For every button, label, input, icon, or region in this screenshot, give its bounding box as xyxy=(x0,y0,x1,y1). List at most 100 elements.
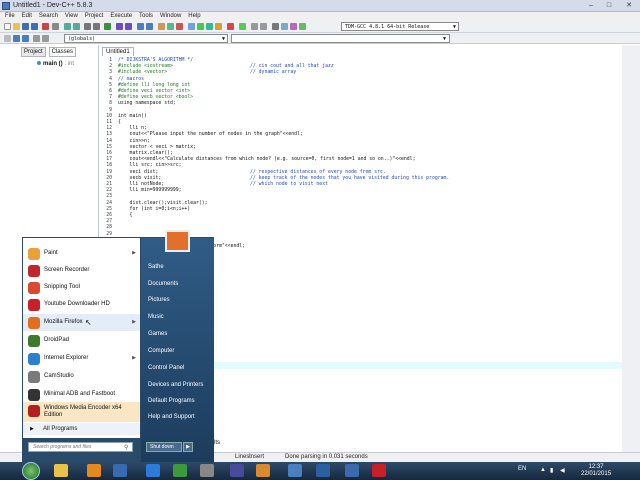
close-file-icon[interactable] xyxy=(42,23,49,30)
toggle-bookmark-icon[interactable] xyxy=(137,23,144,30)
start-menu-item[interactable]: Youtube Downloader HD xyxy=(23,296,140,313)
unindent-icon[interactable] xyxy=(125,23,132,30)
start-menu-item[interactable]: Minimal ADB and Fastboot xyxy=(23,386,140,403)
network-icon[interactable]: ▮ xyxy=(550,467,553,474)
start-menu-place-item[interactable]: Music xyxy=(148,314,164,320)
menu-project[interactable]: Project xyxy=(85,12,104,21)
folder-taskbar-icon[interactable] xyxy=(256,464,270,477)
start-menu-item[interactable]: DroidPad xyxy=(23,332,140,349)
compile-run-icon[interactable] xyxy=(206,23,213,30)
menu-view[interactable]: View xyxy=(65,12,78,21)
scope-member-select[interactable]: ▼ xyxy=(231,34,450,43)
start-menu-place-item[interactable]: Control Panel xyxy=(148,365,184,371)
recorder-taskbar-icon[interactable] xyxy=(345,464,359,477)
window-titlebar[interactable]: Untitled1 - Dev-C++ 5.8.3 – □ ✕ xyxy=(0,0,640,12)
start-menu-item[interactable]: Mozilla Firefox ▶ xyxy=(23,314,140,331)
start-menu-place-item[interactable]: Devices and Printers xyxy=(148,382,203,388)
menu-execute[interactable]: Execute xyxy=(110,12,132,21)
start-menu-place-item[interactable]: Default Programs xyxy=(148,398,195,404)
code-line[interactable]: { xyxy=(118,120,121,125)
vlc-taskbar-icon[interactable] xyxy=(87,464,101,477)
language-indicator[interactable]: EN xyxy=(518,466,526,472)
about-icon[interactable] xyxy=(299,23,306,30)
menu-tools[interactable]: Tools xyxy=(139,12,153,21)
new-file-icon[interactable] xyxy=(4,23,11,30)
code-line[interactable]: dist.clear();visit.clear(); xyxy=(118,201,208,206)
goto-bookmark-icon[interactable] xyxy=(146,23,153,30)
start-menu-item[interactable]: Snipping Tool xyxy=(23,279,140,296)
rebuild-all-icon[interactable] xyxy=(215,23,222,30)
goto-bookmarks-icon[interactable] xyxy=(22,35,29,42)
start-menu-place-item[interactable]: Documents xyxy=(148,281,178,287)
volume-icon[interactable]: ◀ xyxy=(560,467,565,474)
run-icon[interactable] xyxy=(197,23,204,30)
devcpp-taskbar-icon[interactable] xyxy=(230,464,244,477)
start-search-input[interactable]: Search programs and files xyxy=(28,442,133,452)
code-line[interactable]: // macros xyxy=(118,77,144,82)
menu-file[interactable]: File xyxy=(5,12,15,21)
start-menu-item[interactable]: Windows Media Encoder x64 Edition xyxy=(23,402,140,422)
tab-classes[interactable]: Classes xyxy=(48,47,76,57)
undo-icon[interactable] xyxy=(64,23,71,30)
stop-icon[interactable] xyxy=(227,23,234,30)
new-project-icon[interactable] xyxy=(272,23,279,30)
start-menu-place-item[interactable]: Computer xyxy=(148,348,174,354)
code-line[interactable]: cout<<"Please input the number of nodes … xyxy=(118,132,303,137)
app-taskbar-icon[interactable] xyxy=(200,464,214,477)
start-menu-item[interactable]: Paint ▶ xyxy=(23,245,140,262)
start-menu-place-item[interactable]: Sathe xyxy=(148,264,164,270)
code-line[interactable]: lli notNode; xyxy=(118,182,165,187)
start-menu-item[interactable]: Internet Explorer ▶ xyxy=(23,350,140,367)
code-line[interactable]: vector < veci > matrix; xyxy=(118,145,196,150)
screen-recorder-taskbar-icon[interactable] xyxy=(372,464,386,477)
replace-icon[interactable] xyxy=(93,23,100,30)
save-all-icon[interactable] xyxy=(31,23,38,30)
code-line[interactable]: { xyxy=(118,213,133,218)
indent-icon[interactable] xyxy=(116,23,123,30)
chrome-taskbar-icon[interactable] xyxy=(146,464,160,477)
add-to-project-icon[interactable] xyxy=(167,23,174,30)
menu-help[interactable]: Help xyxy=(188,12,200,21)
redo-icon[interactable] xyxy=(73,23,80,30)
media-taskbar-icon[interactable] xyxy=(316,464,330,477)
profile-icon[interactable] xyxy=(251,23,258,30)
notepad-taskbar-icon[interactable] xyxy=(113,464,127,477)
code-line[interactable]: veci dist; xyxy=(118,170,159,175)
code-line[interactable]: int main() xyxy=(118,114,147,119)
class-browser-item-main[interactable]: main () : int xyxy=(37,61,74,67)
tab-project[interactable]: Project xyxy=(21,47,46,57)
print-icon[interactable] xyxy=(52,23,59,30)
start-menu-item[interactable]: CamStudio xyxy=(23,368,140,385)
compiler-select[interactable]: TDM-GCC 4.8.1 64-bit Release ▼ xyxy=(341,22,459,31)
remove-from-project-icon[interactable] xyxy=(176,23,183,30)
explorer-taskbar-icon[interactable] xyxy=(54,464,68,477)
shutdown-options-arrow-icon[interactable]: ▶ xyxy=(183,442,193,452)
start-button[interactable] xyxy=(22,462,40,480)
new-class-browser-icon[interactable] xyxy=(33,35,40,42)
paint-taskbar-icon[interactable] xyxy=(288,464,302,477)
clock[interactable]: 12:37 22/01/2015 xyxy=(581,464,611,478)
code-line[interactable]: using namespace std; xyxy=(118,101,176,106)
code-line[interactable]: #include <iostream> xyxy=(118,64,173,69)
code-line[interactable]: lli n; xyxy=(118,126,147,131)
toggle-bookmarks-icon[interactable] xyxy=(13,35,20,42)
compile-icon[interactable] xyxy=(188,23,195,30)
code-line[interactable]: cout<<endl<<"Calculate distances from wh… xyxy=(118,157,416,162)
save-icon[interactable] xyxy=(22,23,29,30)
code-line[interactable]: #define lli long long int xyxy=(118,83,190,88)
shutdown-button[interactable]: Shut down xyxy=(146,442,182,452)
android-taskbar-icon[interactable] xyxy=(173,464,187,477)
start-menu-place-item[interactable]: Games xyxy=(148,331,167,337)
code-line[interactable]: #include <vector> xyxy=(118,70,167,75)
close-button[interactable]: ✕ xyxy=(618,0,640,11)
maximize-button[interactable]: □ xyxy=(600,0,618,11)
goto-line-icon[interactable] xyxy=(290,23,297,30)
code-line[interactable]: for (int i=0;i<n;i++) xyxy=(118,207,191,212)
user-account-picture[interactable] xyxy=(165,230,190,252)
project-options-icon[interactable] xyxy=(281,23,288,30)
start-menu-place-item[interactable]: Help and Support xyxy=(148,414,195,420)
debug-icon[interactable] xyxy=(239,23,246,30)
code-line[interactable]: #define vecb vector <bool> xyxy=(118,95,193,100)
delete-profile-icon[interactable] xyxy=(260,23,267,30)
code-line[interactable]: cin>>n; xyxy=(118,139,150,144)
